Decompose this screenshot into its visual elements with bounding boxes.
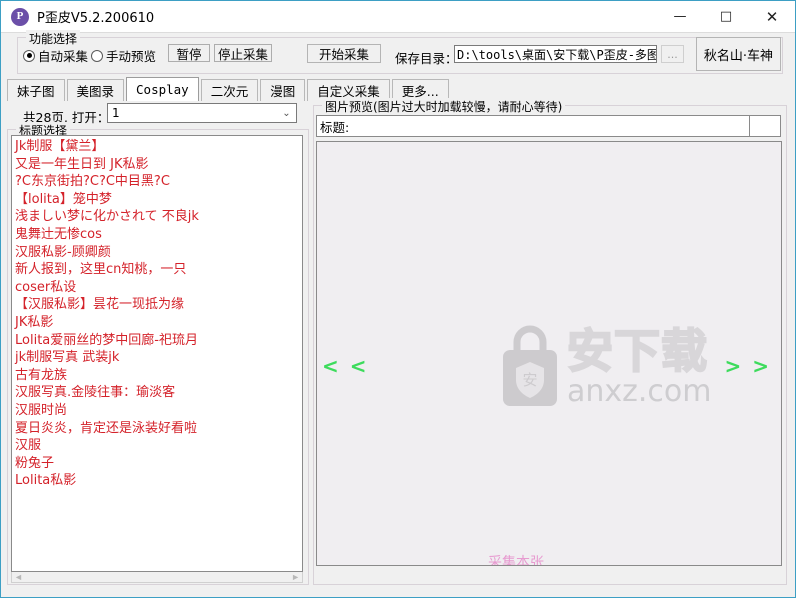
close-button[interactable]: ✕ [749, 1, 795, 32]
preview-title-field[interactable]: 标题: [316, 115, 750, 137]
tab-erciyuan[interactable]: 二次元 [200, 79, 259, 101]
prev-image-button[interactable]: < < [322, 354, 368, 378]
watermark-cn: 安下载 [566, 324, 708, 378]
save-dir-label: 保存目录： [395, 51, 458, 66]
start-collect-button[interactable]: 开始采集 [307, 44, 381, 63]
preview-title-label: 标题: [320, 119, 350, 135]
pause-button[interactable]: 暂停 [168, 44, 210, 62]
radio-label-manual: 手动预览 [106, 49, 157, 64]
radio-label-auto: 自动采集 [38, 49, 89, 64]
list-item[interactable]: Lolita爱丽丝的梦中回廊-祀琉月 [12, 332, 302, 350]
list-item[interactable]: 【汉服私影】昙花一现抵为缘 [12, 296, 302, 314]
page-select[interactable]: 1 ⌄ [107, 103, 297, 123]
list-item[interactable]: ?C东京街拍?C?C中目黑?C [12, 173, 302, 191]
brand-button[interactable]: 秋名山·车神 [696, 37, 781, 71]
lock-shield-icon: 安 [499, 324, 561, 410]
tab-meitulu[interactable]: 美图录 [66, 79, 125, 101]
tab-meizitu[interactable]: 妹子图 [7, 79, 65, 101]
image-preview-area[interactable]: 安 安下载 anxz.com < < > > 采集本张 [316, 141, 782, 566]
list-item[interactable]: Jk制服【黛兰】 [12, 138, 302, 156]
radio-dot-manual [91, 49, 103, 62]
list-item[interactable]: 古有龙族 [12, 367, 302, 385]
list-item[interactable]: JK私影 [12, 314, 302, 332]
stop-collect-button[interactable]: 停止采集 [214, 44, 272, 62]
svg-text:安: 安 [522, 371, 537, 389]
preview-group-legend: 图片预览(图片过大时加载较慢，请耐心等待) [322, 98, 566, 115]
list-item[interactable]: 粉兔子 [12, 455, 302, 473]
list-item[interactable]: 浅ましい梦に化かされて 不良jk [12, 208, 302, 226]
tab-mantu[interactable]: 漫图 [260, 79, 306, 101]
title-listbox[interactable]: Jk制服【黛兰】 又是一年生日到 JK私影 ?C东京街拍?C?C中目黑?C 【l… [11, 135, 303, 572]
title-list-hscrollbar[interactable]: ◄ ► [11, 572, 303, 583]
list-item[interactable]: 汉服 [12, 437, 302, 455]
app-window: P P歪皮V5.2.200610 — □ ✕ 功能选择 自动采集 手动预览 暂停… [0, 0, 796, 598]
watermark-text: 安下载 anxz.com [566, 324, 712, 409]
radio-dot-auto [23, 49, 35, 62]
tab-cosplay[interactable]: Cosplay [126, 77, 199, 101]
browse-button[interactable]: ... [661, 45, 684, 63]
list-item[interactable]: 夏日炎炎，肯定还是泳装好看啦 [12, 420, 302, 438]
list-item[interactable]: 新人报到，这里cn知桃，一只coser私设 [12, 261, 200, 296]
save-dir-input[interactable]: D:\tools\桌面\安下载\P歪皮-多图采 [454, 45, 657, 63]
app-logo-icon: P [11, 7, 29, 26]
list-item[interactable]: 汉服时尚 [12, 402, 302, 420]
list-item[interactable]: Lolita私影 [12, 472, 302, 490]
watermark-anxz: 安 安下载 anxz.com [499, 292, 759, 442]
list-item[interactable]: 又是一年生日到 JK私影 [12, 156, 302, 174]
window-controls: — □ ✕ [657, 1, 795, 32]
window-title: P歪皮V5.2.200610 [37, 11, 155, 26]
page-select-value: 1 [112, 106, 120, 120]
radio-auto-collect[interactable]: 自动采集 [23, 46, 88, 65]
list-item[interactable]: 【lolita】笼中梦 [12, 191, 302, 209]
title-bar-divider [1, 32, 795, 33]
radio-manual-preview[interactable]: 手动预览 [91, 46, 156, 65]
list-item[interactable]: jk制服写真 武装jk [12, 349, 302, 367]
next-image-button[interactable]: > > [725, 354, 771, 378]
preview-title-extra-field[interactable] [749, 115, 781, 137]
title-bar: P P歪皮V5.2.200610 — □ ✕ [1, 1, 795, 32]
scroll-left-icon[interactable]: ◄ [14, 572, 23, 582]
list-item[interactable]: 汉服写真.金陵往事：瑜淡客 [12, 384, 302, 402]
chevron-down-icon: ⌄ [282, 107, 291, 119]
list-item[interactable]: 鬼舞辻无惨cos [12, 226, 302, 244]
scroll-right-icon[interactable]: ► [291, 572, 300, 582]
preview-title-row: 标题: [316, 115, 782, 137]
list-item[interactable]: 汉服私影-顾卿颜 [12, 244, 302, 262]
maximize-button[interactable]: □ [703, 1, 749, 32]
watermark-en: anxz.com [567, 374, 712, 409]
function-group-legend: 功能选择 [26, 30, 81, 47]
minimize-button[interactable]: — [657, 1, 703, 32]
collect-this-button[interactable]: 采集本张 [488, 552, 544, 565]
